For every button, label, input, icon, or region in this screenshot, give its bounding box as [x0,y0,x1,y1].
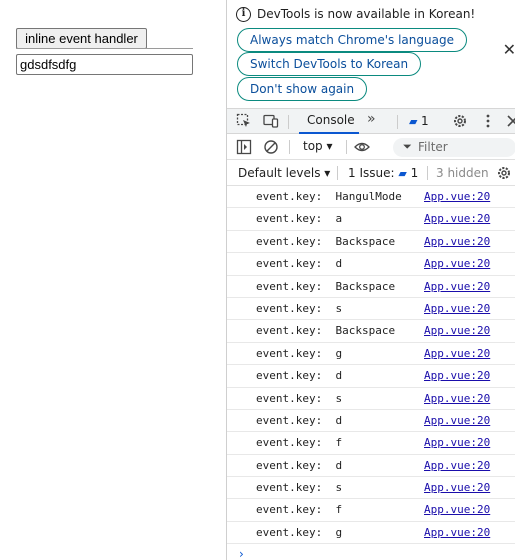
clear-console-icon[interactable] [263,139,279,155]
levels-label: Default levels [238,166,321,180]
log-message: event.key: a [256,212,343,226]
issues-label: 1 Issue: [348,166,395,180]
log-source-link[interactable]: App.vue:20 [424,503,490,516]
inline-event-handler-button[interactable]: inline event handler [16,28,147,49]
issues-count: 1 [410,166,419,180]
log-row: event.key: d App.vue:20 [227,253,515,276]
log-message: event.key: s [256,391,343,405]
log-row: event.key: g App.vue:20 [227,343,515,366]
log-source-link[interactable]: App.vue:20 [424,235,490,248]
log-source-link[interactable]: App.vue:20 [424,459,490,472]
console-settings-gear-icon[interactable] [496,165,512,181]
devtools-panel: i DevTools is now available in Korean! A… [226,0,515,560]
log-message: event.key: Backspace [256,279,396,293]
log-message: event.key: d [256,369,343,383]
log-source-link[interactable]: App.vue:20 [424,212,490,225]
log-message: event.key: d [256,458,343,472]
log-source-link[interactable]: App.vue:20 [424,392,490,405]
filter-placeholder: Filter [418,140,448,154]
log-row: event.key: s App.vue:20 [227,298,515,321]
log-message: event.key: g [256,346,343,360]
divider [16,48,193,49]
inspect-element-icon[interactable] [236,113,252,129]
log-message: event.key: s [256,301,343,315]
console-log-list: event.key: HangulMode App.vue:20 event.key… [227,186,515,545]
log-message: event.key: HangulMode [256,190,402,203]
log-row: event.key: d App.vue:20 [227,455,515,478]
filter-icon: ⏷ [403,140,412,153]
language-infobar: i DevTools is now available in Korean! A… [227,0,515,106]
page-content: inline event handler gdsdfsdfg [0,0,226,560]
issues-badge[interactable]: ▰ 1 [409,114,429,128]
issues-badge-count: 1 [420,114,429,128]
text-input[interactable]: gdsdfsdfg [16,54,193,75]
log-row: event.key: g App.vue:20 [227,522,515,545]
switch-to-korean-button[interactable]: Switch DevTools to Korean [237,52,422,76]
log-row: event.key: s App.vue:20 [227,477,515,500]
log-row: event.key: s App.vue:20 [227,388,515,410]
log-row: event.key: d App.vue:20 [227,410,515,433]
separator [288,115,289,129]
more-tabs-icon[interactable]: » [367,111,376,127]
separator [289,140,290,154]
infobar-message: DevTools is now available in Korean! [257,7,476,21]
log-source-link[interactable]: App.vue:20 [424,369,490,382]
log-message: event.key: Backspace [256,324,396,338]
log-message: event.key: f [256,436,343,450]
context-label: top [303,139,323,153]
separator [397,115,398,129]
settings-gear-icon[interactable] [452,113,468,129]
log-source-link[interactable]: App.vue:20 [424,526,490,539]
filter-input[interactable]: ⏷ Filter [393,138,515,157]
log-row: event.key: Backspace App.vue:20 [227,320,515,343]
eye-icon[interactable] [354,139,370,155]
dont-show-again-button[interactable]: Don't show again [237,77,368,101]
console-toolbar: top ▾ ⏷ Filter [227,135,515,160]
log-row: event.key: HangulMode App.vue:20 [227,186,515,209]
info-icon: i [236,7,251,22]
log-source-link[interactable]: App.vue:20 [424,302,490,315]
separator [346,140,347,154]
issue-flag-icon: ▰ [409,115,421,128]
log-message: event.key: s [256,481,343,495]
sidebar-toggle-icon[interactable] [236,139,252,155]
log-message: event.key: f [256,503,343,517]
log-source-link[interactable]: App.vue:20 [424,257,490,270]
log-source-link[interactable]: App.vue:20 [424,414,490,427]
context-select[interactable]: top ▾ [303,139,333,153]
issue-flag-icon: ▰ [398,167,407,180]
always-match-language-button[interactable]: Always match Chrome's language [237,28,467,52]
log-message: event.key: d [256,413,343,427]
log-source-link[interactable]: App.vue:20 [424,347,490,360]
log-row: event.key: f App.vue:20 [227,499,515,522]
log-row: event.key: Backspace App.vue:20 [227,231,515,254]
devtools-tabbar: Console » ▰ 1 [227,108,515,134]
separator [427,166,428,180]
active-tab-indicator [299,132,359,134]
log-source-link[interactable]: App.vue:20 [424,324,490,337]
close-icon[interactable]: ✕ [503,40,515,59]
hidden-count: 3 hidden [436,166,489,180]
log-source-link[interactable]: App.vue:20 [424,280,490,293]
log-message: event.key: g [256,525,343,539]
log-row: event.key: f App.vue:20 [227,432,515,455]
console-prompt-icon[interactable]: › [239,547,244,560]
log-row: event.key: a App.vue:20 [227,208,515,231]
log-row: event.key: Backspace App.vue:20 [227,276,515,298]
log-levels-dropdown[interactable]: Default levels ▾ [238,166,330,180]
close-devtools-icon[interactable] [505,113,515,129]
device-toolbar-icon[interactable] [263,113,279,129]
log-row: event.key: d App.vue:20 [227,365,515,388]
levels-toolbar: Default levels ▾ 1 Issue: ▰ 1 3 hidden [227,161,515,186]
log-source-link[interactable]: App.vue:20 [424,190,490,203]
log-source-link[interactable]: App.vue:20 [424,481,490,494]
separator [337,166,338,180]
log-message: event.key: d [256,257,343,271]
log-message: event.key: Backspace [256,234,396,248]
issues-link[interactable]: 1 Issue: ▰ 1 [348,166,418,180]
more-options-icon[interactable] [480,113,496,129]
log-source-link[interactable]: App.vue:20 [424,436,490,449]
tab-console[interactable]: Console [307,113,355,127]
